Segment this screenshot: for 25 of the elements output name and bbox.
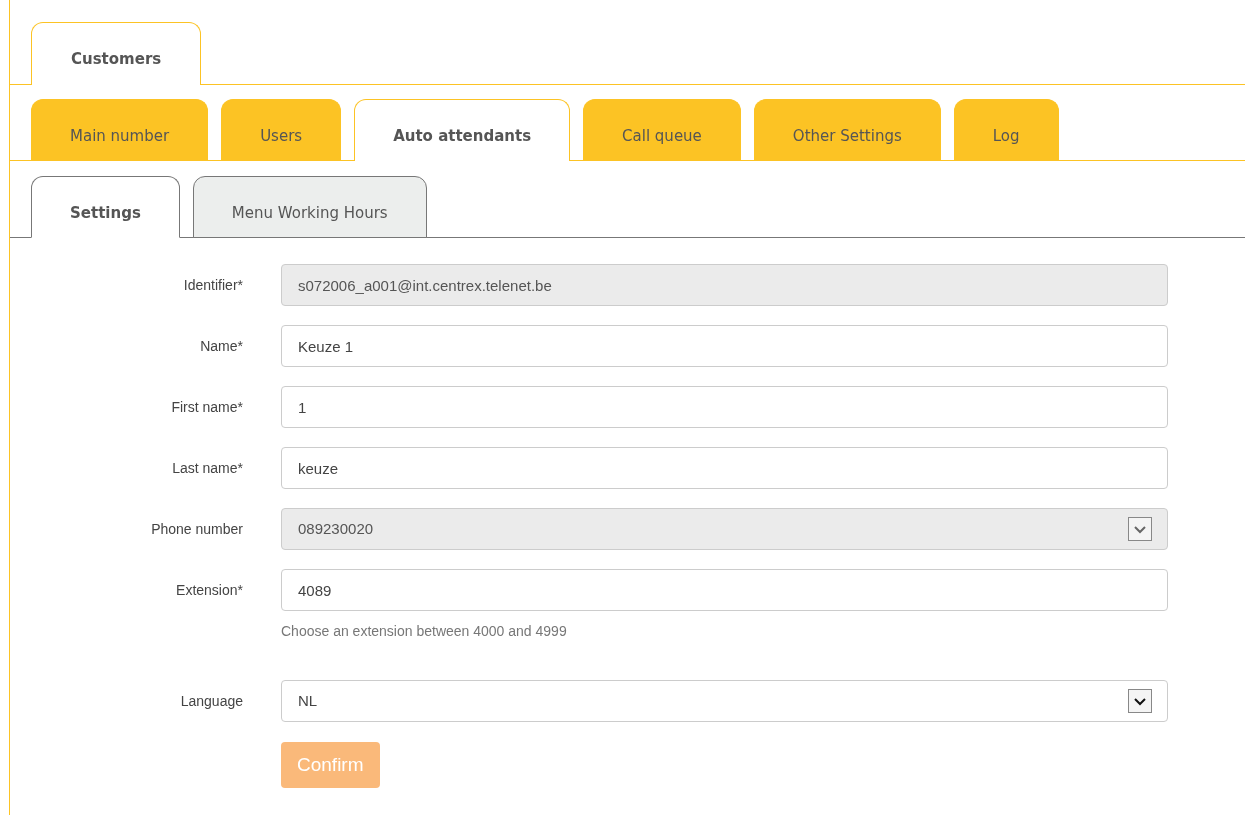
input-field[interactable]: Keuze 1 [281, 325, 1168, 367]
field-label: Language [179, 692, 243, 711]
tab[interactable]: Users [221, 99, 342, 161]
tab[interactable]: Customers [31, 22, 202, 85]
input-field[interactable]: 4089 [281, 569, 1168, 611]
tab[interactable]: Menu Working Hours [192, 176, 427, 238]
tab[interactable]: Other Settings [753, 99, 941, 161]
field-label: Extension* [175, 581, 243, 600]
field-label: Identifier* [182, 276, 243, 295]
dropdown-value: 089230020 [298, 518, 375, 539]
tab[interactable]: Settings [31, 176, 180, 238]
chevron-down-icon[interactable] [1128, 689, 1152, 713]
input-field[interactable]: keuze [281, 447, 1168, 489]
field-label: Last name* [171, 459, 243, 478]
tab[interactable]: Log [953, 99, 1059, 161]
field-label: Name* [199, 337, 243, 356]
input-field[interactable]: 1 [281, 386, 1168, 428]
dropdown[interactable]: NL [281, 680, 1168, 722]
tab[interactable]: Call queue [583, 99, 741, 161]
tab[interactable]: Main number [31, 99, 209, 161]
dropdown-value: NL [298, 690, 319, 711]
tab[interactable]: Auto attendants [354, 99, 571, 161]
field-label: First name* [170, 398, 243, 417]
hint-text: Choose an extension between 4000 and 4999 [281, 622, 568, 641]
field-label: Phone number [150, 520, 243, 539]
